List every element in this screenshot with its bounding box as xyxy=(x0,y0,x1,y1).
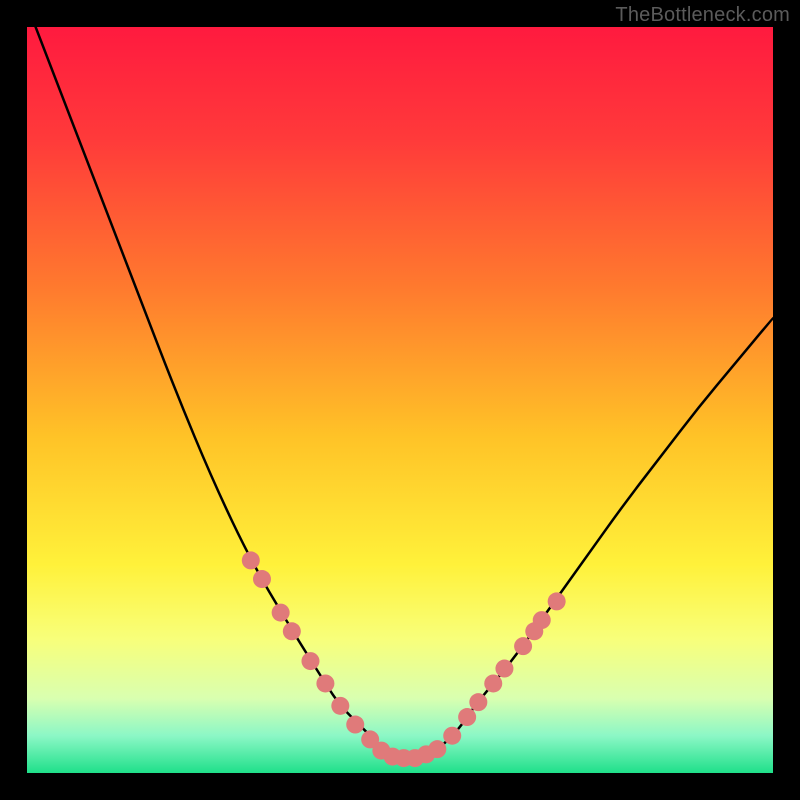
data-marker xyxy=(469,693,487,711)
data-marker xyxy=(346,716,364,734)
data-marker xyxy=(495,660,513,678)
data-marker xyxy=(316,674,334,692)
data-marker xyxy=(301,652,319,670)
data-marker xyxy=(242,551,260,569)
gradient-background xyxy=(27,27,773,773)
data-marker xyxy=(514,637,532,655)
data-marker xyxy=(548,592,566,610)
chart-frame: TheBottleneck.com xyxy=(0,0,800,800)
data-marker xyxy=(283,622,301,640)
plot-area xyxy=(27,27,773,773)
data-marker xyxy=(331,697,349,715)
data-marker xyxy=(428,740,446,758)
data-marker xyxy=(272,604,290,622)
data-marker xyxy=(484,674,502,692)
data-marker xyxy=(253,570,271,588)
chart-svg xyxy=(27,27,773,773)
data-marker xyxy=(533,611,551,629)
watermark-text: TheBottleneck.com xyxy=(615,4,790,27)
data-marker xyxy=(458,708,476,726)
data-marker xyxy=(443,727,461,745)
